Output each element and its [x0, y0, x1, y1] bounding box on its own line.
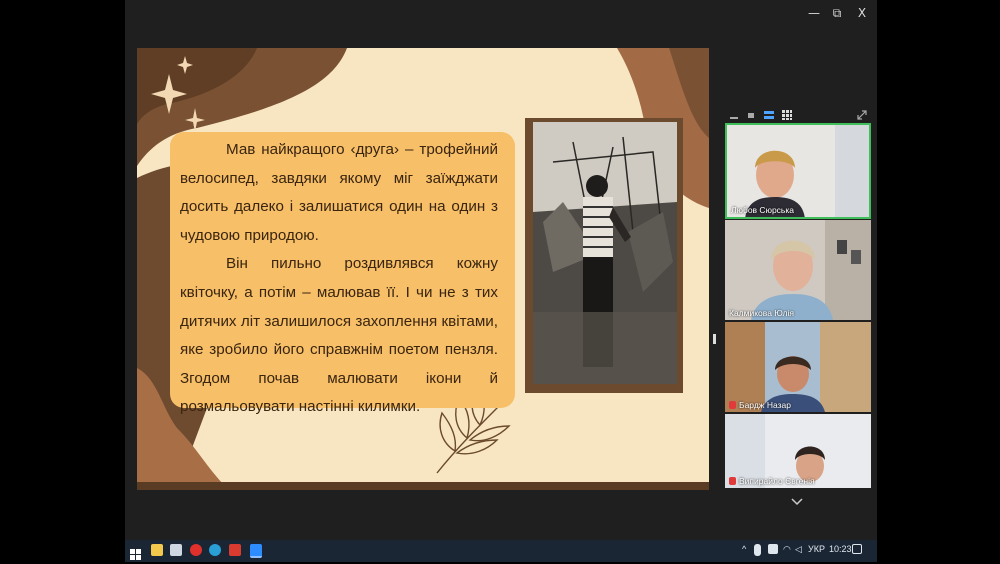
microphone-tray-icon[interactable]	[754, 544, 761, 556]
language-indicator[interactable]: УКР	[808, 544, 825, 554]
participant-tile-4[interactable]: Випирайло Євгенія	[725, 414, 871, 488]
close-button[interactable]: X	[849, 6, 875, 20]
participant-tile-3[interactable]: Бардж Назар	[725, 322, 871, 412]
calculator-icon[interactable]	[170, 544, 182, 556]
expand-panel-icon[interactable]	[857, 105, 867, 120]
participant-tile-2[interactable]: Калмикова Юлія	[725, 220, 871, 320]
minimize-video-icon[interactable]	[729, 105, 739, 119]
photo-of-boy-with-bicycle	[533, 122, 677, 384]
panel-resize-handle[interactable]	[713, 334, 716, 344]
participant-name: Калмикова Юлія	[729, 308, 794, 318]
restore-button[interactable]: ⧉	[824, 6, 850, 21]
volume-tray-icon[interactable]: ◁	[795, 544, 802, 555]
participant-video	[725, 220, 871, 320]
slide-bottom-border	[137, 482, 709, 490]
opera-browser-icon[interactable]	[190, 544, 202, 556]
scroll-down-icon[interactable]	[791, 491, 803, 510]
participant-name: Бардж Назар	[729, 400, 791, 410]
participant-name: Випирайло Євгенія	[729, 476, 815, 486]
muted-mic-icon	[729, 477, 736, 485]
participant-tile-1[interactable]: Любов Сюрська	[725, 123, 871, 219]
slide-paragraph-2: Він пильно роздивлявся кожну квіточку, а…	[180, 255, 498, 416]
muted-mic-icon	[729, 401, 736, 409]
participant-name: Любов Сюрська	[731, 205, 794, 215]
historical-photo	[533, 122, 677, 384]
tray-chevron-icon[interactable]: ^	[742, 544, 746, 554]
participant-video	[725, 322, 871, 412]
file-explorer-icon[interactable]	[151, 544, 163, 556]
network-tray-icon[interactable]: ◠	[783, 544, 791, 555]
zoom-app-icon[interactable]	[250, 544, 262, 558]
slide-paragraph-1: Мав найкращого ‹друга› – трофейний велос…	[180, 141, 498, 244]
pdf-reader-icon[interactable]	[229, 544, 241, 556]
single-view-icon[interactable]	[746, 105, 756, 118]
gallery-view-icon[interactable]	[782, 105, 792, 120]
clock[interactable]: 10:23	[829, 544, 852, 554]
slide-body-text: Мав найкращого ‹друга› – трофейний велос…	[180, 136, 498, 422]
battery-tray-icon[interactable]	[768, 544, 778, 554]
notifications-icon[interactable]	[852, 544, 862, 554]
speaker-view-icon[interactable]	[764, 105, 774, 119]
telegram-icon[interactable]	[209, 544, 221, 556]
windows-start-icon[interactable]	[130, 545, 141, 564]
